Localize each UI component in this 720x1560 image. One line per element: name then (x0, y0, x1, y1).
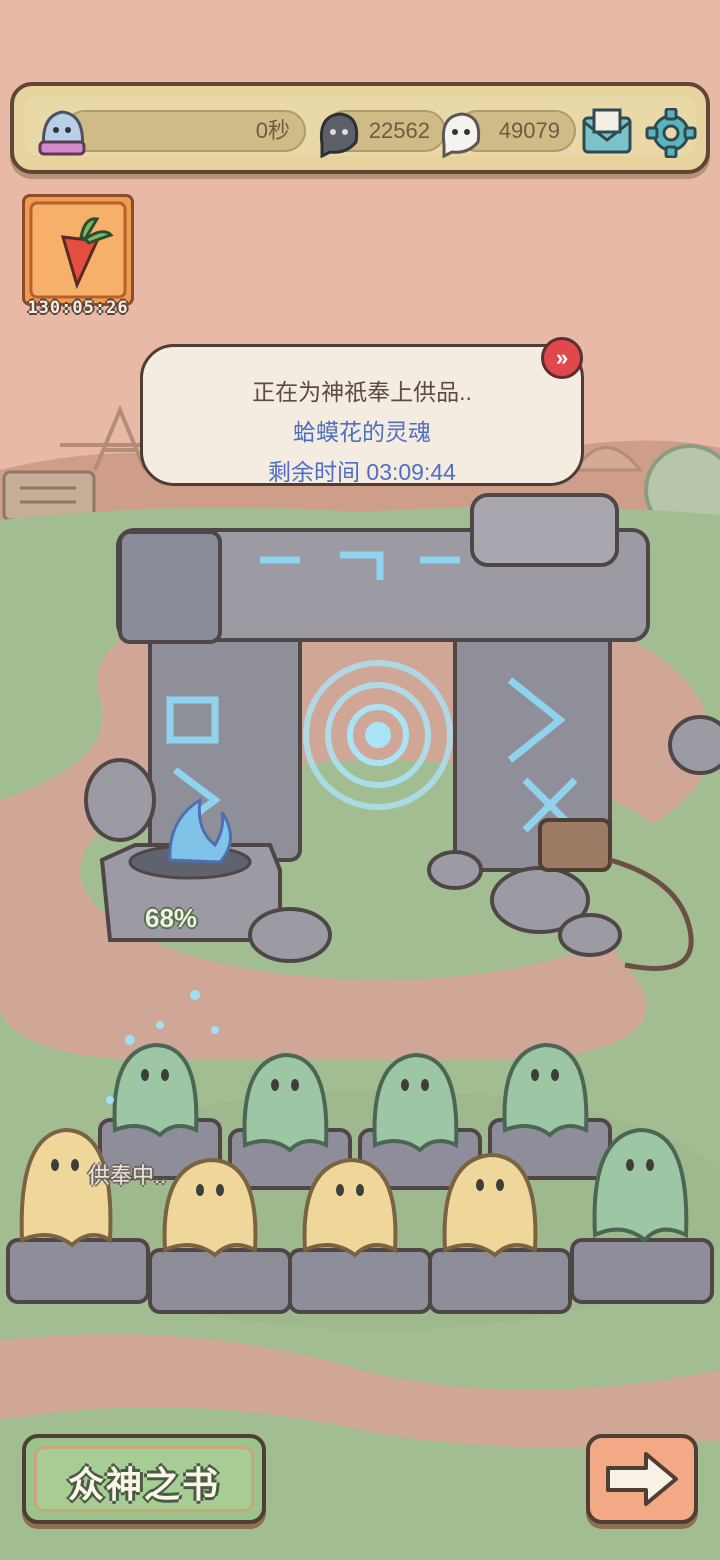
book-of-gods-label: 众神之书 (67, 1464, 220, 1505)
carrot-card-icon (29, 201, 127, 299)
ghost-avatar-icon[interactable] (32, 102, 92, 160)
light-soul-icon (441, 112, 481, 158)
mail-icon[interactable] (580, 108, 634, 158)
portal-swirl (303, 660, 453, 810)
next-button[interactable] (586, 1434, 698, 1524)
fast-forward-icon: » (555, 345, 569, 370)
event-card[interactable] (22, 194, 134, 306)
book-of-gods-button[interactable]: 众神之书 (22, 1434, 266, 1524)
offering-status-text: 正在为神祇奉上供品.. (252, 379, 472, 405)
resource-bar-inner: 0秒 22562 49079 (24, 96, 698, 158)
offering-soul-name: 蛤蟆花的灵魂 (293, 419, 431, 445)
gear-icon[interactable] (644, 108, 698, 158)
altar-progress-text: 68% (145, 903, 198, 933)
offering-timer-pill: 0秒 (64, 110, 306, 152)
offering-status-bubble: 正在为神祇奉上供品.. 蛤蟆花的灵魂 剩余时间 03:09:44 (140, 344, 584, 486)
resource-bar: 0秒 22562 49079 (10, 82, 710, 174)
offering-remaining-time: 剩余时间 03:09:44 (268, 459, 456, 485)
event-countdown: 130:05:26 (27, 298, 129, 318)
arrow-right-icon (606, 1452, 678, 1506)
crank-device (538, 818, 612, 872)
dark-soul-icon (319, 112, 359, 158)
light-soul-value: 49079 (498, 118, 560, 143)
offering-timer-value: 0秒 (255, 118, 290, 143)
dark-soul-value: 22562 (368, 118, 430, 143)
offering-in-progress-label: 供奉中.. (88, 1163, 167, 1188)
fast-forward-button[interactable]: » (541, 337, 583, 379)
